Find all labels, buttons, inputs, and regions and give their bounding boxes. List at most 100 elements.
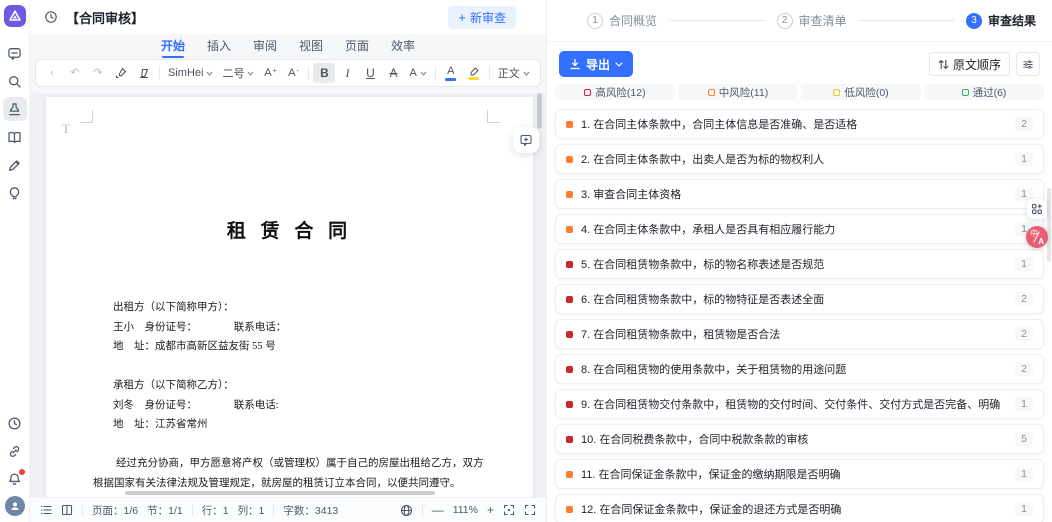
link-icon[interactable] — [3, 439, 27, 463]
risk-filter-tab[interactable]: 中风险(11) — [678, 84, 798, 100]
review-item[interactable]: 11. 在合同保证金条款中，保证金的缴纳期限是否明确 1 — [555, 459, 1044, 489]
contract-title: 租 赁 合 同 — [46, 216, 533, 243]
stepper-step[interactable]: 3 审查结果 — [847, 12, 1037, 29]
review-item[interactable]: 3. 审查合同主体资格 1 — [555, 179, 1044, 209]
review-item-text: 1. 在合同主体条款中，合同主体信息是否准确、是否适格 — [581, 116, 1007, 132]
review-item[interactable]: 5. 在合同租赁物条款中，标的物名称表述是否规范 1 — [555, 249, 1044, 279]
language-globe-icon[interactable] — [400, 504, 413, 517]
search-icon[interactable] — [3, 69, 27, 93]
step-number: 2 — [777, 13, 793, 29]
increase-font-button[interactable]: A+ — [259, 63, 281, 83]
status-line: 行：1 — [202, 503, 229, 518]
sidebar-item-contract-review[interactable] — [3, 97, 27, 121]
library-icon[interactable] — [3, 125, 27, 149]
signature-icon[interactable] — [3, 153, 27, 177]
stepper-step[interactable]: 2 审查清单 — [657, 12, 847, 29]
review-item-text: 3. 审查合同主体资格 — [581, 186, 1007, 202]
font-family-select[interactable]: SimHei — [164, 67, 217, 79]
risk-bullet-icon — [566, 401, 573, 408]
display-settings-button[interactable] — [1016, 52, 1040, 76]
margin-mark — [487, 110, 500, 123]
collapse-toolbar-icon[interactable]: ‹ — [41, 63, 63, 83]
menu-tab[interactable]: 插入 — [206, 35, 232, 56]
text-effects-select[interactable]: A — [405, 67, 430, 79]
risk-filter-label: 高风险(12) — [595, 85, 645, 100]
paragraph-style-select[interactable]: 正文 — [494, 65, 534, 81]
font-color-button[interactable]: A — [440, 63, 462, 83]
sort-icon — [938, 59, 949, 70]
export-button[interactable]: 导出 — [559, 51, 633, 77]
menu-tab[interactable]: 开始 — [160, 35, 186, 56]
translate-button[interactable]: 中 A — [1026, 226, 1048, 248]
menu-tab[interactable]: 审阅 — [252, 35, 278, 56]
align-left-button[interactable] — [535, 63, 541, 83]
review-item-count: 2 — [1015, 327, 1033, 341]
clear-format-button[interactable] — [133, 63, 155, 83]
review-item-count: 1 — [1015, 257, 1033, 271]
export-label: 导出 — [586, 56, 610, 73]
menu-tab[interactable]: 视图 — [298, 35, 324, 56]
version-history-icon[interactable] — [44, 10, 58, 24]
doc-line: 出租方（以下简称甲方）： — [93, 298, 489, 318]
zoom-out-button[interactable]: — — [432, 504, 444, 516]
zoom-level[interactable]: 111% — [453, 504, 478, 516]
undo-button[interactable]: ↶ — [64, 63, 86, 83]
app-logo[interactable] — [4, 5, 26, 27]
zoom-in-button[interactable]: + — [487, 504, 494, 516]
user-avatar[interactable] — [5, 496, 25, 516]
review-item[interactable]: 4. 在合同主体条款中，承租人是否具有相应履行能力 1 — [555, 214, 1044, 244]
risk-filter-tabs: 高风险(12) 中风险(11) 低风险(0) 通过(6) — [547, 84, 1052, 100]
vertical-scrollbar[interactable] — [537, 93, 542, 129]
review-item-text: 11. 在合同保证金条款中，保证金的缴纳期限是否明确 — [581, 466, 1007, 482]
fullscreen-icon[interactable] — [524, 504, 536, 516]
highlight-button[interactable] — [463, 63, 485, 83]
risk-filter-tab[interactable]: 高风险(12) — [555, 84, 675, 100]
fit-page-icon[interactable] — [503, 504, 515, 516]
decrease-font-button[interactable]: A- — [282, 63, 304, 83]
review-item[interactable]: 2. 在合同主体条款中，出卖人是否为标的物权利人 1 — [555, 144, 1044, 174]
review-item[interactable]: 6. 在合同租赁物条款中，标的物特征是否表述全面 2 — [555, 284, 1044, 314]
stepper-step[interactable]: 1 合同概览 — [563, 12, 657, 29]
format-painter-button[interactable] — [110, 63, 132, 83]
review-item[interactable]: 9. 在合同租赁物交付条款中，租赁物的交付时间、交付条件、交付方式是否完备、明确… — [555, 389, 1044, 419]
review-item[interactable]: 10. 在合同税费条款中，合同中税款条款的审核 5 — [555, 424, 1044, 454]
ribbon-menubar: 开始插入审阅视图页面效率 — [30, 34, 546, 56]
extension-grid-button[interactable] — [1027, 199, 1047, 219]
menu-tab[interactable]: 效率 — [390, 35, 416, 56]
review-item[interactable]: 12. 在合同保证金条款中，保证金的退还方式是否明确 1 — [555, 494, 1044, 522]
step-label: 合同概览 — [609, 12, 657, 29]
sort-order-button[interactable]: 原文顺序 — [929, 52, 1010, 76]
review-item[interactable]: 1. 在合同主体条款中，合同主体信息是否准确、是否适格 2 — [555, 109, 1044, 139]
review-item-text: 9. 在合同租赁物交付条款中，租赁物的交付时间、交付条件、交付方式是否完备、明确 — [581, 396, 1007, 412]
menu-tab[interactable]: 页面 — [344, 35, 370, 56]
logo-icon — [8, 9, 22, 23]
document-page[interactable]: T 租 赁 合 同 出租方（以下简称甲方）：王小 身份证号： 联系电话：地 址：… — [46, 97, 533, 497]
document-canvas[interactable]: T 租 赁 合 同 出租方（以下简称甲方）：王小 身份证号： 联系电话：地 址：… — [30, 93, 546, 497]
ideas-icon[interactable] — [3, 181, 27, 205]
strikethrough-button[interactable]: A — [382, 63, 404, 83]
history-clock-icon[interactable] — [3, 411, 27, 435]
underline-button[interactable]: U — [359, 63, 381, 83]
horizontal-scrollbar[interactable] — [125, 491, 435, 495]
risk-filter-tab[interactable]: 通过(6) — [924, 84, 1044, 100]
redo-button[interactable]: ↷ — [87, 63, 109, 83]
review-item-text: 5. 在合同租赁物条款中，标的物名称表述是否规范 — [581, 256, 1007, 272]
bold-button[interactable]: B — [313, 63, 335, 83]
page-view-icon[interactable] — [61, 504, 73, 516]
new-review-button[interactable]: + 新审查 — [448, 6, 516, 29]
risk-filter-tab[interactable]: 低风险(0) — [801, 84, 921, 100]
notifications-bell-icon[interactable] — [3, 467, 27, 491]
italic-button[interactable]: I — [336, 63, 358, 83]
outline-list-icon[interactable] — [40, 504, 52, 516]
risk-filter-label: 中风险(11) — [719, 85, 768, 100]
review-item[interactable]: 7. 在合同租赁物条款中，租赁物是否合法 2 — [555, 319, 1044, 349]
chat-icon[interactable] — [3, 41, 27, 65]
chevron-down-icon — [523, 71, 530, 76]
font-size-select[interactable]: 二号 — [218, 65, 258, 81]
review-item[interactable]: 8. 在合同租赁物的使用条款中，关于租赁物的用途问题 2 — [555, 354, 1044, 384]
add-comment-button[interactable] — [513, 127, 539, 153]
risk-filter-label: 通过(6) — [973, 85, 1007, 100]
risk-bullet-icon — [566, 191, 573, 198]
risk-bullet-icon — [566, 156, 573, 163]
doc-line — [93, 435, 489, 455]
